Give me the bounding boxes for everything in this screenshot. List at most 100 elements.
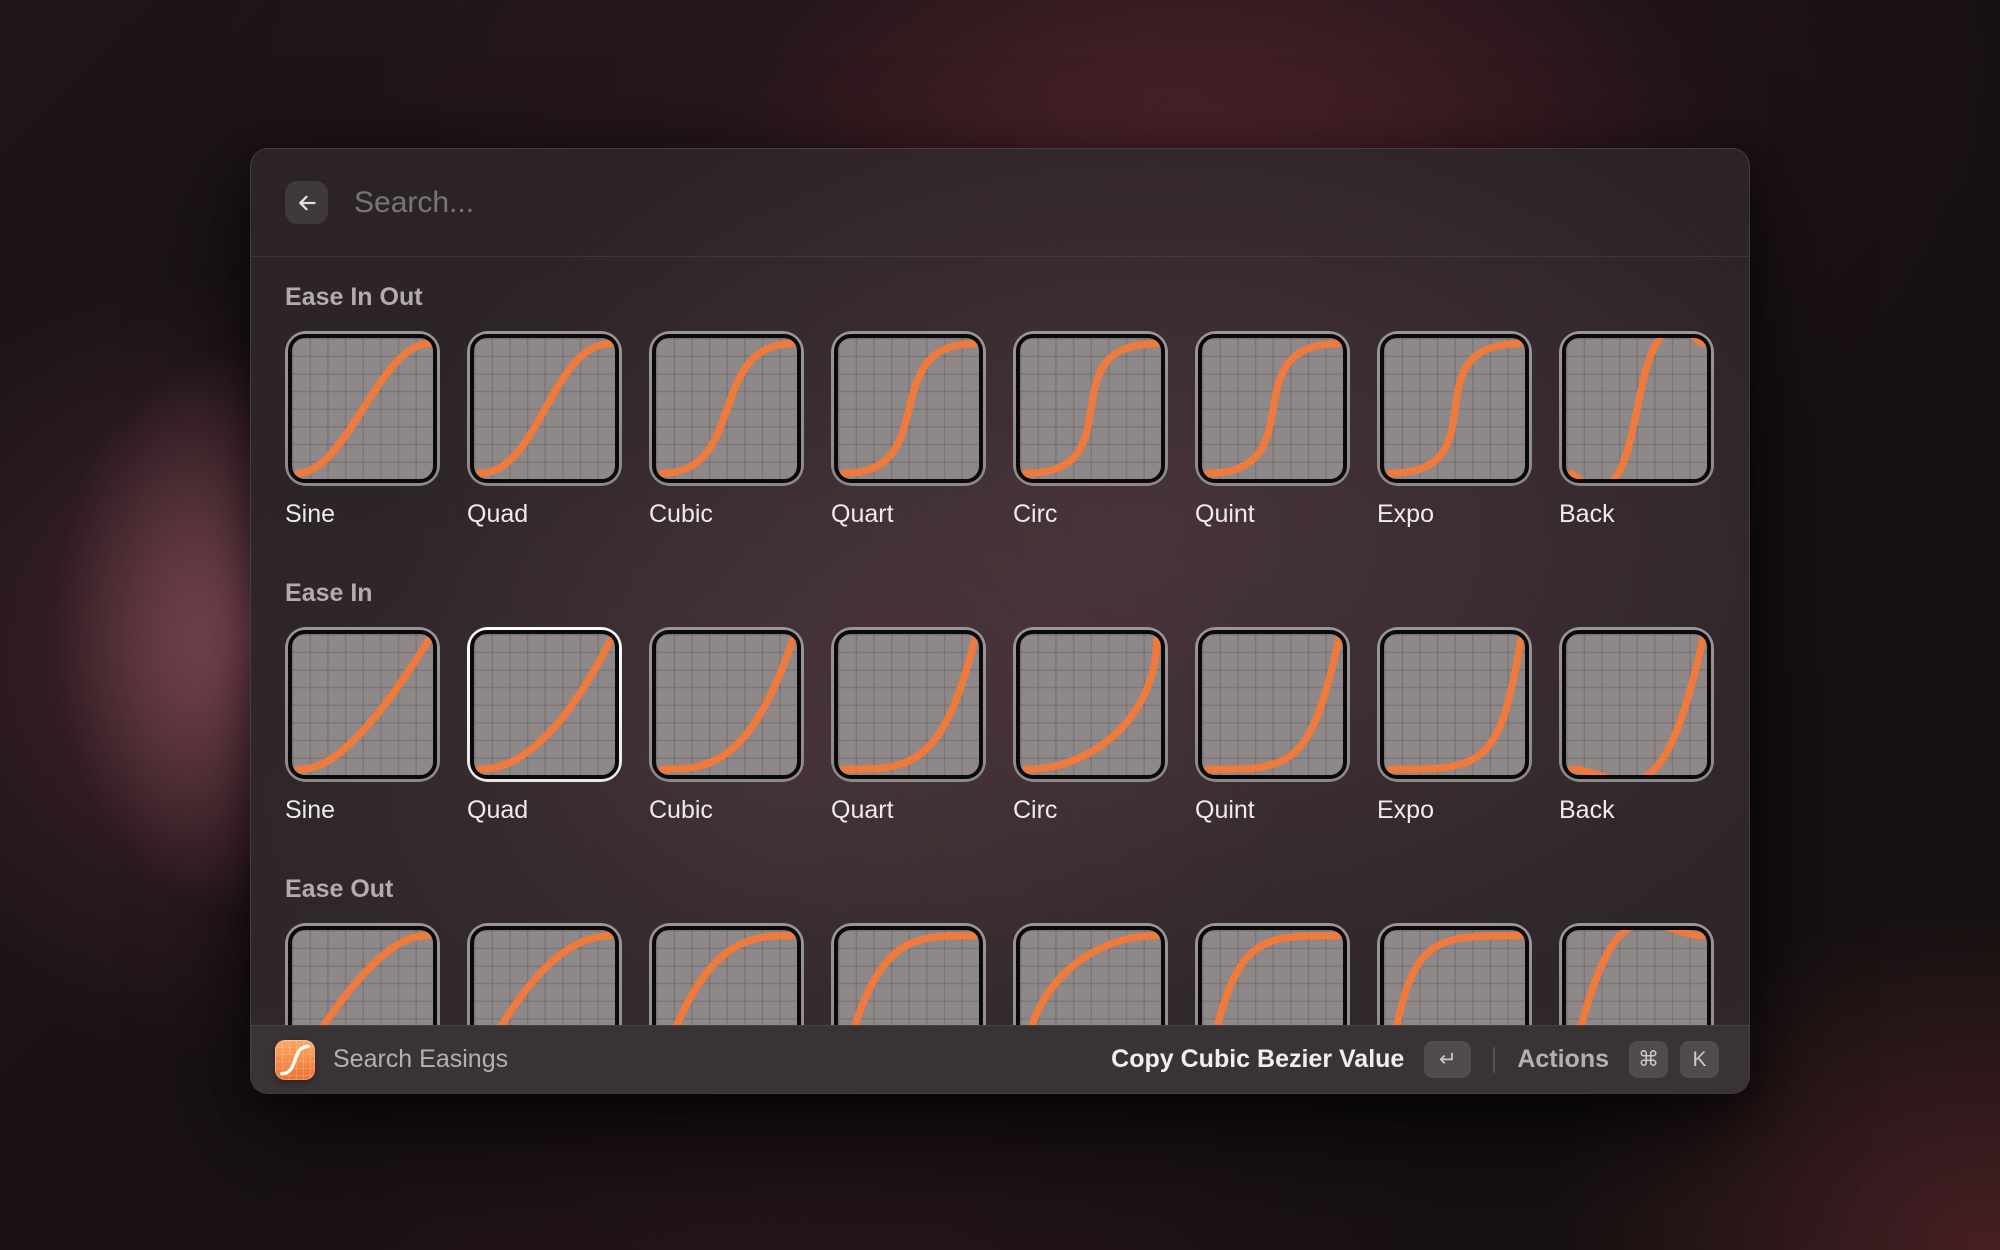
easing-grid (470, 630, 619, 779)
easing-item-ease-in-quart[interactable]: Quart (831, 627, 986, 825)
easing-item-ease-in-out-quint[interactable]: Quint (1195, 331, 1350, 529)
easing-item-ease-in-out-quad[interactable]: Quad (467, 331, 622, 529)
easing-item-ease-out-quint[interactable]: Quint (1195, 923, 1350, 1025)
easing-label: Quad (467, 795, 622, 825)
easing-tile-frame (1195, 331, 1350, 486)
arrow-left-icon (295, 191, 319, 215)
easing-label: Cubic (649, 499, 804, 529)
easing-grid (1016, 926, 1165, 1025)
easing-label: Expo (1377, 795, 1532, 825)
easing-tile-frame (649, 923, 804, 1025)
easing-grid (1198, 926, 1347, 1025)
easing-curve-preview (1020, 930, 1161, 1025)
easing-item-ease-in-quint[interactable]: Quint (1195, 627, 1350, 825)
easing-tile-frame (1559, 331, 1714, 486)
easing-curve-preview (292, 634, 433, 775)
easing-item-ease-in-out-back[interactable]: Back (1559, 331, 1714, 529)
easing-label: Quart (831, 795, 986, 825)
easing-grid (1562, 926, 1711, 1025)
easing-tile-frame (831, 331, 986, 486)
easing-curve-preview (474, 338, 615, 479)
easing-grid (470, 926, 619, 1025)
easing-grid (288, 630, 437, 779)
back-button[interactable] (285, 181, 328, 224)
easing-item-ease-out-sine[interactable]: Sine (285, 923, 440, 1025)
easings-app-icon (275, 1040, 315, 1080)
command-key-badge: ⌘ (1629, 1041, 1668, 1078)
easing-label: Quart (831, 499, 986, 529)
easing-item-ease-in-out-sine[interactable]: Sine (285, 331, 440, 529)
easing-grid (1380, 630, 1529, 779)
easing-grid (1016, 334, 1165, 483)
easing-curve-preview (292, 930, 433, 1025)
easing-tile-frame (285, 923, 440, 1025)
easing-grid (1562, 334, 1711, 483)
return-key-badge: ↵ (1424, 1041, 1471, 1078)
easing-curve-preview (1384, 930, 1525, 1025)
easing-tile-frame (1013, 627, 1168, 782)
easing-tile-frame (1377, 627, 1532, 782)
results-list: Ease In Out Sine Quad (251, 257, 1749, 1025)
easing-curve-preview (656, 634, 797, 775)
easing-item-ease-in-out-expo[interactable]: Expo (1377, 331, 1532, 529)
primary-action-button[interactable]: Copy Cubic Bezier Value ↵ (1111, 1041, 1471, 1078)
easing-item-ease-in-out-cubic[interactable]: Cubic (649, 331, 804, 529)
easing-curve-preview (1202, 634, 1343, 775)
easing-curve-preview (1566, 338, 1707, 479)
easing-tile-frame (649, 627, 804, 782)
actions-key-group: ⌘ K (1629, 1041, 1719, 1078)
easing-tile-frame (1195, 923, 1350, 1025)
easing-tile-frame (1559, 923, 1714, 1025)
easing-tile-frame (1377, 331, 1532, 486)
footer-divider (1493, 1047, 1495, 1073)
easing-curve-preview (838, 338, 979, 479)
easing-curve-preview (474, 930, 615, 1025)
easing-tile-frame (467, 627, 622, 782)
easing-item-ease-in-out-quart[interactable]: Quart (831, 331, 986, 529)
easing-grid (1198, 630, 1347, 779)
easing-item-ease-in-cubic[interactable]: Cubic (649, 627, 804, 825)
easing-item-ease-out-circ[interactable]: Circ (1013, 923, 1168, 1025)
search-input[interactable] (354, 186, 1715, 220)
easing-curve-preview (1566, 930, 1707, 1025)
easing-label: Back (1559, 795, 1714, 825)
section-header-ease-out: Ease Out (285, 875, 1715, 903)
easing-item-ease-out-quad[interactable]: Quad (467, 923, 622, 1025)
easing-item-ease-out-quart[interactable]: Quart (831, 923, 986, 1025)
easing-item-ease-in-sine[interactable]: Sine (285, 627, 440, 825)
easing-grid (834, 926, 983, 1025)
section-row: Sine Quad Cubic (285, 331, 1715, 529)
easing-tile-frame (1559, 627, 1714, 782)
easing-section: Ease Out Sine Quad (285, 875, 1715, 1025)
easing-grid (834, 630, 983, 779)
easing-curve-preview (292, 338, 433, 479)
k-key-badge: K (1680, 1041, 1719, 1078)
easing-curve-preview (1566, 634, 1707, 775)
easing-tile-frame (1195, 627, 1350, 782)
easing-label: Circ (1013, 499, 1168, 529)
easing-item-ease-in-back[interactable]: Back (1559, 627, 1714, 825)
easing-item-ease-in-expo[interactable]: Expo (1377, 627, 1532, 825)
easing-grid (1016, 630, 1165, 779)
easing-tile-frame (831, 627, 986, 782)
actions-menu-button[interactable]: Actions ⌘ K (1517, 1041, 1719, 1078)
easing-tile-frame (1013, 331, 1168, 486)
section-header-ease-in: Ease In (285, 579, 1715, 607)
easing-grid (652, 334, 801, 483)
easing-item-ease-in-circ[interactable]: Circ (1013, 627, 1168, 825)
search-bar (251, 149, 1749, 257)
easing-label: Sine (285, 499, 440, 529)
easing-item-ease-in-out-circ[interactable]: Circ (1013, 331, 1168, 529)
easing-curve-preview (1202, 338, 1343, 479)
easing-item-ease-out-back[interactable]: Back (1559, 923, 1714, 1025)
easing-label: Quint (1195, 795, 1350, 825)
easing-curve-preview (1384, 338, 1525, 479)
easing-item-ease-in-quad[interactable]: Quad (467, 627, 622, 825)
easing-grid (652, 630, 801, 779)
action-bar: Search Easings Copy Cubic Bezier Value ↵… (251, 1025, 1749, 1093)
easing-grid (288, 334, 437, 483)
easing-tile-frame (649, 331, 804, 486)
easing-item-ease-out-expo[interactable]: Expo (1377, 923, 1532, 1025)
primary-action-label: Copy Cubic Bezier Value (1111, 1045, 1404, 1074)
easing-item-ease-out-cubic[interactable]: Cubic (649, 923, 804, 1025)
